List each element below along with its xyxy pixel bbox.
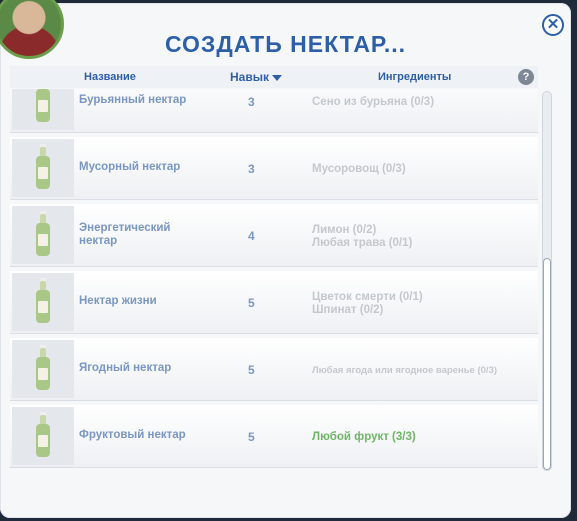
recipe-name-line: нектар xyxy=(79,235,118,247)
craft-nectar-dialog: ✕ СОЗДАТЬ НЕКТАР... Название Навык Ингре… xyxy=(0,0,571,518)
sort-down-icon xyxy=(271,74,282,81)
recipe-ingredients: Любой фрукт (3/3) xyxy=(312,431,416,444)
recipe-ingredients: Цветок смерти (0/1) Шпинат (0/2) xyxy=(312,291,423,317)
recipe-name-line: Энергетический xyxy=(79,222,171,234)
list-item[interactable]: Нектар жизни 5 Цветок смерти (0/1) Шпинат (… xyxy=(10,271,538,334)
recipe-skill-level: 3 xyxy=(248,162,255,176)
list-item[interactable]: Мусорный нектар 3 Мусоровощ (0/3) xyxy=(10,137,538,200)
list-item[interactable]: Ягодный нектар 5 Любая ягода или ягодное в… xyxy=(10,338,538,401)
ingredient-line: Лимон (0/2) xyxy=(312,224,377,236)
help-icon[interactable]: ? xyxy=(518,69,534,85)
recipe-skill-level: 4 xyxy=(248,229,255,243)
list-item[interactable]: Фруктовый нектар 5 Любой фрукт (3/3) xyxy=(10,405,538,468)
recipe-ingredients: Сено из бурьяна (0/3) xyxy=(312,96,434,109)
recipe-name: Бурьянный нектар xyxy=(79,94,209,107)
scrollbar-thumb[interactable] xyxy=(544,259,550,469)
recipe-name: Нектар жизни xyxy=(79,295,209,308)
ingredient-line: Любой фрукт (3/3) xyxy=(312,431,416,443)
ingredient-line: Любая трава (0/1) xyxy=(312,237,413,249)
recipe-skill-level: 5 xyxy=(248,430,255,444)
list-item[interactable]: Бурьянный нектар 3 Сено из бурьяна (0/3) xyxy=(10,89,538,133)
recipe-skill-level: 5 xyxy=(248,363,255,377)
column-header-skill-label: Навык xyxy=(230,70,269,84)
ingredient-line: Любая ягода или ягодное варенье (0/3) xyxy=(312,365,498,376)
recipe-name-line: Фруктовый нектар xyxy=(79,429,186,441)
ingredient-line: Мусоровощ (0/3) xyxy=(312,163,406,175)
recipe-name: Ягодный нектар xyxy=(79,362,209,375)
recipe-name-line: Бурьянный нектар xyxy=(79,94,187,106)
table-header: Название Навык Ингредиенты xyxy=(10,66,538,88)
page-title: СОЗДАТЬ НЕКТАР... xyxy=(165,31,406,57)
ingredient-line: Цветок смерти (0/1) xyxy=(312,291,423,303)
ingredient-line: Сено из бурьяна (0/3) xyxy=(312,96,435,108)
column-header-ingredients[interactable]: Ингредиенты xyxy=(378,71,451,83)
nectar-bottle-icon xyxy=(12,340,74,398)
recipe-name-line: Мусорный нектар xyxy=(79,161,181,173)
recipe-list: Бурьянный нектар 3 Сено из бурьяна (0/3) Му… xyxy=(10,89,538,473)
column-header-name[interactable]: Название xyxy=(84,71,136,83)
recipe-skill-level: 5 xyxy=(248,296,255,310)
recipe-ingredients: Мусоровощ (0/3) xyxy=(312,163,406,176)
column-header-skill[interactable]: Навык xyxy=(230,70,282,84)
recipe-skill-level: 3 xyxy=(248,95,255,109)
recipe-name: Мусорный нектар xyxy=(79,161,209,174)
nectar-bottle-icon xyxy=(12,206,74,264)
list-item[interactable]: Энергетический нектар 4 Лимон (0/2) Любая тр… xyxy=(10,204,538,267)
nectar-bottle-icon xyxy=(12,139,74,197)
recipe-name-line: Нектар жизни xyxy=(79,295,157,307)
recipe-name: Энергетический нектар xyxy=(79,222,209,248)
nectar-bottle-icon xyxy=(12,273,74,331)
recipe-ingredients: Любая ягода или ягодное варенье (0/3) xyxy=(312,364,497,377)
recipe-ingredients: Лимон (0/2) Любая трава (0/1) xyxy=(312,224,412,250)
recipe-name: Фруктовый нектар xyxy=(79,429,209,442)
recipe-name-line: Ягодный нектар xyxy=(79,362,172,374)
nectar-bottle-icon xyxy=(12,407,74,465)
nectar-bottle-icon xyxy=(12,89,74,130)
ingredient-line: Шпинат (0/2) xyxy=(312,304,384,316)
